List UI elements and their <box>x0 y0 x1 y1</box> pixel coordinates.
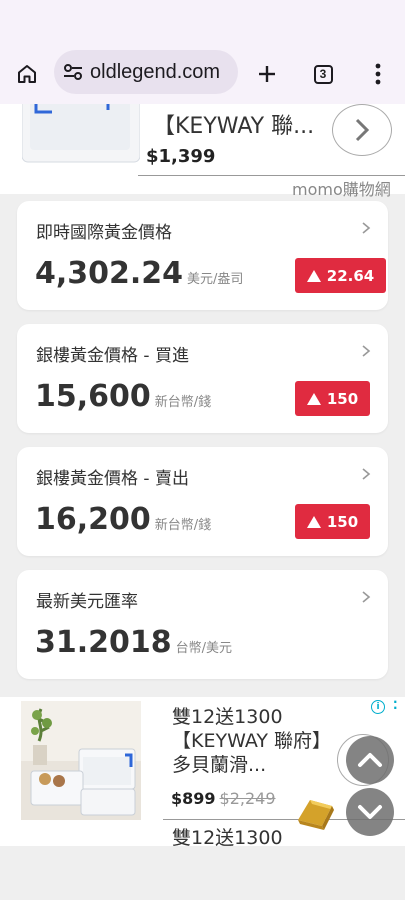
triangle-up-icon <box>306 392 321 405</box>
card-unit: 新台幣/錢 <box>154 518 212 533</box>
ad-options-icon[interactable]: · · <box>393 696 398 714</box>
scroll-down-button[interactable] <box>346 788 394 836</box>
card-value: 31.2018 台幣/美元 <box>35 625 232 660</box>
browser-toolbar: oldlegend.com 3 <box>0 44 405 104</box>
ad-vendor: momo購物網 <box>292 180 391 199</box>
new-tab-icon[interactable] <box>251 58 283 90</box>
change-value: 22.64 <box>326 266 375 285</box>
chevron-down-icon <box>358 805 382 819</box>
card-unit: 台幣/美元 <box>175 641 233 656</box>
chevron-right-icon <box>362 222 371 234</box>
bottom-ad-banner[interactable]: 雙12送1300【KEYWAY 聯府】多貝蘭滑... $899 $2,249 雙1… <box>0 696 405 846</box>
card-jeweler-gold-buy[interactable]: 銀樓黃金價格 - 買進 15,600 新台幣/錢 150 <box>17 324 388 433</box>
card-jeweler-gold-sell[interactable]: 銀樓黃金價格 - 賣出 16,200 新台幣/錢 150 <box>17 447 388 556</box>
card-title: 最新美元匯率 <box>36 592 138 612</box>
gold-bar-icon[interactable] <box>292 794 338 832</box>
card-value-number: 31.2018 <box>35 625 172 660</box>
ad-next-button[interactable] <box>332 104 392 156</box>
ad-original-price: $2,249 <box>219 789 276 808</box>
scroll-up-button[interactable] <box>346 736 394 784</box>
card-unit: 新台幣/錢 <box>154 395 212 410</box>
card-title: 即時國際黃金價格 <box>36 223 172 243</box>
ad-next-headline[interactable]: 雙12送1300 <box>172 823 283 846</box>
ad-product-price: $1,399 <box>146 146 216 167</box>
site-settings-icon[interactable] <box>62 60 84 84</box>
storage-boxes-photo <box>21 701 141 820</box>
tab-switcher-icon[interactable]: 3 <box>307 58 339 90</box>
ad-sale-price: $899 <box>171 789 216 808</box>
card-value-number: 15,600 <box>35 379 151 414</box>
ad-price: $899 $2,249 <box>171 789 276 808</box>
tab-count: 3 <box>313 64 333 84</box>
chevron-right-icon <box>362 468 371 480</box>
card-value: 15,600 新台幣/錢 <box>35 379 211 414</box>
chevron-up-icon <box>358 753 382 767</box>
ad-info-icon[interactable]: i <box>371 700 385 714</box>
triangle-up-icon <box>306 515 321 528</box>
storage-box-image <box>22 104 140 163</box>
card-international-gold[interactable]: 即時國際黃金價格 4,302.24 美元/盎司 22.64 <box>17 201 388 310</box>
card-title: 銀樓黃金價格 - 買進 <box>36 346 189 366</box>
ad-product-headline[interactable]: 雙12送1300【KEYWAY 聯府】多貝蘭滑... <box>172 705 322 777</box>
card-value: 16,200 新台幣/錢 <box>35 502 211 537</box>
ad-product-title[interactable]: 【KEYWAY 聯... <box>153 108 314 140</box>
chevron-right-icon <box>362 345 371 357</box>
card-usd-exchange-rate[interactable]: 最新美元匯率 31.2018 台幣/美元 <box>17 570 388 679</box>
chevron-right-icon <box>355 118 370 142</box>
card-unit: 美元/盎司 <box>187 272 244 287</box>
change-value: 150 <box>326 512 359 531</box>
chevron-right-icon <box>362 591 371 603</box>
change-value: 150 <box>326 389 359 408</box>
triangle-up-icon <box>306 269 321 282</box>
card-title: 銀樓黃金價格 - 賣出 <box>36 469 189 489</box>
page-content: 【KEYWAY 聯... $1,399 momo購物網 即時國際黃金價格 4,3… <box>0 104 405 846</box>
change-badge: 150 <box>295 504 370 539</box>
change-badge: 150 <box>295 381 370 416</box>
address-bar[interactable]: oldlegend.com <box>54 50 238 94</box>
card-value: 4,302.24 美元/盎司 <box>35 256 243 291</box>
url-text[interactable]: oldlegend.com <box>90 61 220 84</box>
status-bar <box>0 0 405 44</box>
change-badge: 22.64 <box>295 258 386 293</box>
more-menu-icon[interactable] <box>362 58 394 90</box>
top-ad-banner[interactable]: 【KEYWAY 聯... $1,399 momo購物網 <box>0 104 405 199</box>
card-value-number: 16,200 <box>35 502 151 537</box>
home-icon[interactable] <box>11 58 43 90</box>
card-value-number: 4,302.24 <box>35 256 184 291</box>
page-bottom <box>0 846 405 900</box>
